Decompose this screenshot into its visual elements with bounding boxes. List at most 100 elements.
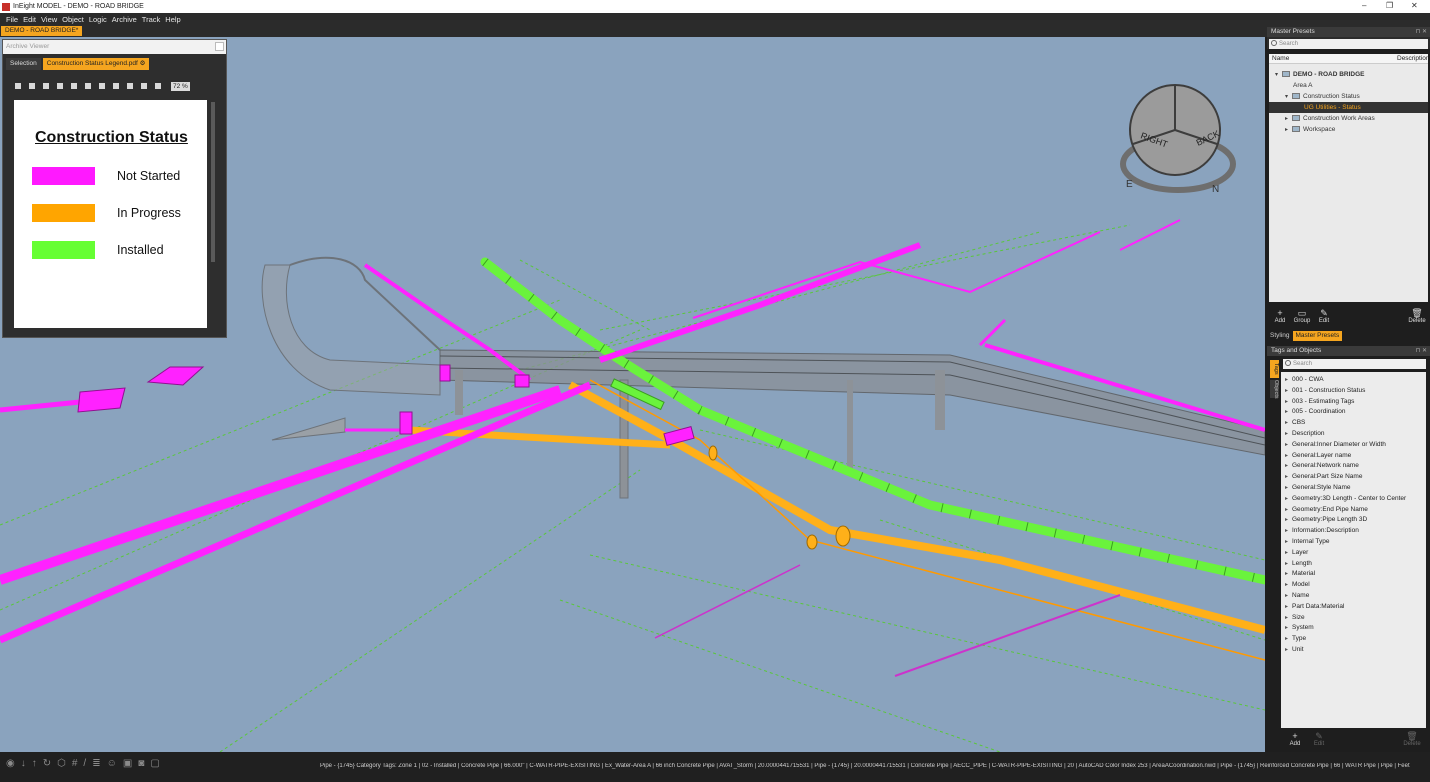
- tag-item[interactable]: ▸ System: [1281, 623, 1426, 634]
- save-icon[interactable]: [15, 83, 21, 89]
- camera-icon[interactable]: ◙: [138, 758, 144, 769]
- tag-label: 000 - CWA: [1292, 376, 1324, 383]
- fit-icon[interactable]: [57, 83, 63, 89]
- tag-item[interactable]: ▸ Unit: [1281, 645, 1426, 656]
- vtab-tags[interactable]: Tags: [1270, 360, 1279, 378]
- group-preset-button[interactable]: ▭ Group: [1291, 308, 1313, 328]
- menu-archive[interactable]: Archive: [112, 15, 137, 24]
- tree-item-construction-work-areas[interactable]: ▸ Construction Work Areas: [1269, 113, 1428, 124]
- pin-icon[interactable]: ⊓ ✕: [1416, 347, 1427, 354]
- tag-item[interactable]: ▸ Length: [1281, 559, 1426, 570]
- broadcast-icon[interactable]: ◉: [6, 758, 15, 769]
- tag-item[interactable]: ▸ 001 - Construction Status: [1281, 386, 1426, 397]
- tree-item-construction-status[interactable]: ▾ Construction Status: [1269, 91, 1428, 102]
- cube-icon[interactable]: ⬡: [57, 758, 66, 769]
- tag-item[interactable]: ▸ CBS: [1281, 418, 1426, 429]
- tag-label: Geometry:3D Length - Center to Center: [1292, 494, 1407, 502]
- menu-track[interactable]: Track: [142, 15, 160, 24]
- tag-item[interactable]: ▸ Geometry:3D Length - Center to Center: [1281, 494, 1426, 505]
- tab-master-presets[interactable]: Master Presets: [1292, 331, 1343, 341]
- tab-styling[interactable]: Styling: [1267, 331, 1293, 341]
- edit-preset-button[interactable]: ✎ Edit: [1313, 308, 1335, 328]
- folder-icon: [1292, 93, 1300, 100]
- delete-preset-button[interactable]: 🗑 Delete: [1406, 308, 1428, 328]
- zoom-icon[interactable]: [155, 83, 161, 89]
- tag-item[interactable]: ▸ 005 - Coordination: [1281, 407, 1426, 418]
- page-icon[interactable]: [71, 83, 77, 89]
- tag-item[interactable]: ▸ Size: [1281, 613, 1426, 624]
- tag-item[interactable]: ▸ General:Network name: [1281, 461, 1426, 472]
- tag-item[interactable]: ▸ General:Inner Diameter or Width: [1281, 440, 1426, 451]
- pin-icon[interactable]: ⊓ ✕: [1416, 28, 1427, 35]
- tag-item[interactable]: ▸ General:Layer name: [1281, 451, 1426, 462]
- box-icon[interactable]: ▣: [123, 758, 132, 769]
- zoom-level[interactable]: 72 %: [171, 81, 190, 91]
- tag-item[interactable]: ▸ Information:Description: [1281, 526, 1426, 537]
- menu-edit[interactable]: Edit: [23, 15, 36, 24]
- in-progress-swatch: [32, 204, 95, 222]
- view-cube[interactable]: RIGHT BACK E N: [1118, 82, 1238, 202]
- archive-close-button[interactable]: [215, 42, 224, 51]
- layers-icon[interactable]: ≣: [92, 758, 100, 769]
- tag-item[interactable]: ▸ General:Style Name: [1281, 483, 1426, 494]
- add-tag-button[interactable]: + Add: [1285, 731, 1305, 751]
- globe-icon[interactable]: [43, 83, 49, 89]
- grid-icon[interactable]: [113, 83, 119, 89]
- tags-search-placeholder: Search: [1293, 361, 1313, 367]
- presets-actions: + Add ▭ Group ✎ Edit 🗑 Delete: [1269, 308, 1428, 328]
- add-preset-button[interactable]: + Add: [1269, 308, 1291, 328]
- tree-item-ug-utilities-status[interactable]: UG Utilities - Status: [1269, 102, 1428, 113]
- tree-item-workspace[interactable]: ▸ Workspace: [1269, 124, 1428, 135]
- menu-view[interactable]: View: [41, 15, 57, 24]
- column-name[interactable]: Name: [1272, 54, 1289, 64]
- tag-item[interactable]: ▸ Geometry:Pipe Length 3D: [1281, 515, 1426, 526]
- walk-up-icon[interactable]: ↑: [32, 758, 37, 769]
- column-description[interactable]: Description: [1397, 54, 1428, 64]
- tag-item[interactable]: ▸ 000 - CWA: [1281, 375, 1426, 386]
- tag-item[interactable]: ▸ Geometry:End Pipe Name: [1281, 505, 1426, 516]
- edit-tag-button[interactable]: ✎ Edit: [1309, 731, 1329, 751]
- menu-logic[interactable]: Logic: [89, 15, 107, 24]
- tag-item[interactable]: ▸ General:Part Size Name: [1281, 472, 1426, 483]
- menu-file[interactable]: File: [6, 15, 18, 24]
- tag-item[interactable]: ▸ Internal Type: [1281, 537, 1426, 548]
- print-icon[interactable]: [29, 83, 35, 89]
- tag-item[interactable]: ▸ Description: [1281, 429, 1426, 440]
- pdf-scrollbar[interactable]: [211, 102, 215, 262]
- maximize-button[interactable]: ❐: [1386, 1, 1393, 10]
- tree-item-demo-road-bridge[interactable]: ▾ DEMO - ROAD BRIDGE: [1269, 69, 1428, 80]
- tag-item[interactable]: ▸ Type: [1281, 634, 1426, 645]
- orbit-icon[interactable]: ↻: [43, 758, 51, 769]
- tag-item[interactable]: ▸ 003 - Estimating Tags: [1281, 397, 1426, 408]
- tag-item[interactable]: ▸ Layer: [1281, 548, 1426, 559]
- select-icon[interactable]: [141, 83, 147, 89]
- presets-search-input[interactable]: Search: [1269, 39, 1428, 49]
- vtab-objects[interactable]: Objects: [1270, 380, 1279, 399]
- menu-help[interactable]: Help: [165, 15, 180, 24]
- document-tab[interactable]: DEMO - ROAD BRIDGE*: [1, 26, 83, 36]
- person-icon[interactable]: ☺: [107, 758, 117, 769]
- menu-object[interactable]: Object: [62, 15, 84, 24]
- tag-item[interactable]: ▸ Model: [1281, 580, 1426, 591]
- section-icon[interactable]: #: [72, 758, 78, 769]
- tag-item[interactable]: ▸ Material: [1281, 569, 1426, 580]
- tree-item-area-a[interactable]: Area A: [1269, 80, 1428, 91]
- tag-item[interactable]: ▸ Name: [1281, 591, 1426, 602]
- close-button[interactable]: ✕: [1411, 1, 1418, 10]
- delete-tag-button[interactable]: 🗑 Delete: [1402, 731, 1422, 751]
- two-page-icon[interactable]: [85, 83, 91, 89]
- compass-east[interactable]: E: [1126, 179, 1133, 190]
- hand-icon[interactable]: [127, 83, 133, 89]
- measure-icon[interactable]: /: [83, 758, 86, 769]
- fullscreen-icon[interactable]: ▢: [150, 758, 159, 769]
- walk-down-icon[interactable]: ↓: [21, 758, 26, 769]
- tags-search-input[interactable]: Search: [1283, 359, 1426, 369]
- tab-construction-status-legend[interactable]: Construction Status Legend.pdf ⚙: [42, 58, 150, 70]
- tab-legend-label: Construction Status Legend.pdf: [46, 60, 138, 67]
- tag-item[interactable]: ▸ Part Data:Material: [1281, 602, 1426, 613]
- compass-north[interactable]: N: [1212, 184, 1219, 195]
- scroll-icon[interactable]: [99, 83, 105, 89]
- expand-arrow-icon[interactable]: ▸: [1285, 125, 1292, 136]
- minimize-button[interactable]: –: [1362, 1, 1366, 10]
- tab-selection[interactable]: Selection: [6, 58, 41, 70]
